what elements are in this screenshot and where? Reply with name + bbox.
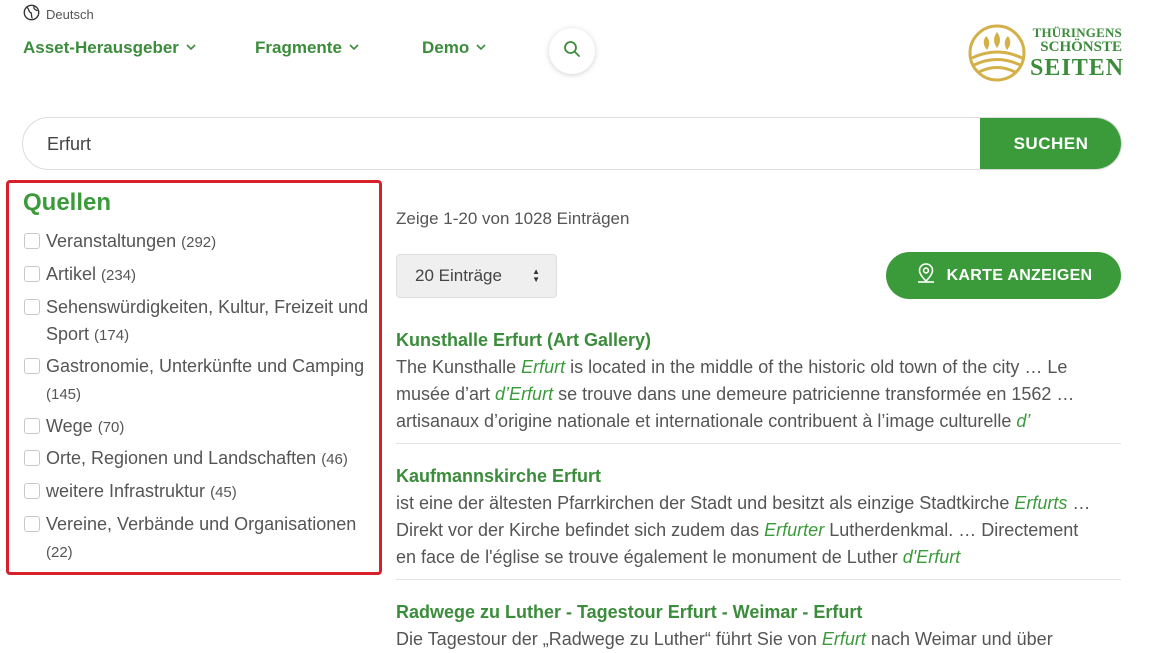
- facet-item[interactable]: Orte, Regionen und Landschaften (46): [24, 445, 380, 473]
- language-label: Deutsch: [46, 6, 94, 22]
- facet-item[interactable]: Wege (70): [24, 413, 380, 441]
- facet-item[interactable]: Sehenswürdigkeiten, Kultur, Freizeit und…: [24, 294, 380, 349]
- facet-count: (22): [46, 544, 73, 561]
- header-search-button[interactable]: [549, 28, 595, 74]
- per-page-value: 20 Einträge: [415, 266, 502, 285]
- chevron-down-icon: [348, 38, 360, 58]
- facet-label: Vereine, Verbände und Organisationen: [46, 514, 357, 534]
- facet-checkbox[interactable]: [24, 418, 40, 434]
- facet-label-wrap: weitere Infrastruktur (45): [46, 478, 237, 506]
- search-input[interactable]: [45, 118, 979, 169]
- facet-checkbox[interactable]: [24, 233, 40, 249]
- result-divider: [396, 579, 1121, 580]
- per-page-select[interactable]: 20 Einträge ▲ ▼: [396, 254, 557, 298]
- facet-checkbox[interactable]: [24, 266, 40, 282]
- site-logo[interactable]: THÜRINGENS SCHÖNSTE SEITEN: [968, 24, 1124, 82]
- result-title-link[interactable]: Radwege zu Luther - Tagestour Erfurt - W…: [396, 598, 1121, 626]
- facet-label: weitere Infrastruktur: [46, 481, 206, 501]
- facet-item[interactable]: Artikel (234): [24, 261, 380, 289]
- facet-checkbox[interactable]: [24, 516, 40, 532]
- nav-item-demo[interactable]: Demo: [422, 38, 487, 58]
- facet-label-wrap: Vereine, Verbände und Organisationen (22…: [46, 511, 380, 566]
- facet-label: Veranstaltungen: [46, 231, 177, 251]
- facet-label-wrap: Sehenswürdigkeiten, Kultur, Freizeit und…: [46, 294, 380, 349]
- nav-item-fragmente[interactable]: Fragmente: [255, 38, 360, 58]
- facet-item[interactable]: Veranstaltungen (292): [24, 228, 380, 256]
- facet-checkbox[interactable]: [24, 450, 40, 466]
- chevron-down-icon: [185, 38, 197, 58]
- result-snippet-line: ist eine der ältesten Pfarrkirchen der S…: [396, 493, 1091, 513]
- facet-count: (292): [181, 234, 217, 251]
- facet-count: (70): [97, 419, 125, 436]
- show-map-label: KARTE ANZEIGEN: [946, 266, 1093, 284]
- logo-emblem-icon: [968, 24, 1026, 82]
- facet-count: (174): [94, 327, 130, 344]
- facet-label: Artikel: [46, 264, 97, 284]
- facet-label: Wege: [46, 416, 93, 436]
- facet-count: (45): [210, 484, 237, 501]
- facet-label-wrap: Artikel (234): [46, 261, 136, 289]
- nav-item-asset-herausgeber[interactable]: Asset-Herausgeber: [23, 38, 197, 58]
- facet-panel: Quellen Veranstaltungen (292) Artikel (2…: [6, 180, 382, 575]
- show-map-button[interactable]: KARTE ANZEIGEN: [886, 252, 1121, 299]
- result-snippet-line: Direkt vor der Kirche befindet sich zude…: [396, 520, 1079, 540]
- language-switcher[interactable]: Deutsch: [23, 4, 94, 24]
- facet-label-wrap: Veranstaltungen (292): [46, 228, 216, 256]
- facet-count: (46): [321, 451, 348, 468]
- result-snippet-line: en face de l'église se trouve également …: [396, 547, 961, 567]
- map-pin-icon: [915, 262, 937, 289]
- result-snippet-line: The Kunsthalle Erfurt is located in the …: [396, 357, 1068, 377]
- result-divider: [396, 443, 1121, 444]
- facet-count: (234): [101, 267, 137, 284]
- result-title-link[interactable]: Kaufmannskirche Erfurt: [396, 462, 1121, 490]
- result-title-link[interactable]: Kunsthalle Erfurt (Art Gallery): [396, 326, 1121, 354]
- results-summary: Zeige 1-20 von 1028 Einträgen: [396, 209, 630, 228]
- facet-checkbox[interactable]: [24, 299, 40, 315]
- search-bar: SUCHEN: [22, 117, 1122, 170]
- search-submit-button[interactable]: SUCHEN: [980, 118, 1121, 169]
- facet-item[interactable]: Vereine, Verbände und Organisationen (22…: [24, 511, 380, 566]
- result-snippet-line: artisanaux d’origine nationale et intern…: [396, 411, 1031, 431]
- search-icon: [563, 40, 581, 63]
- result-snippet-line: Die Tagestour der „Radwege zu Luther“ fü…: [396, 629, 1053, 649]
- nav-item-label: Demo: [422, 38, 470, 57]
- facet-label-wrap: Wege (70): [46, 413, 124, 441]
- logo-wordmark: THÜRINGENS SCHÖNSTE SEITEN: [1030, 25, 1125, 81]
- result-item: Radwege zu Luther - Tagestour Erfurt - W…: [396, 598, 1121, 653]
- globe-icon: [23, 4, 40, 24]
- chevron-down-icon: [475, 38, 487, 58]
- nav-item-label: Fragmente: [255, 38, 342, 57]
- sort-arrows-icon: ▲ ▼: [532, 267, 540, 284]
- result-snippet-line: musée d’art d’Erfurt se trouve dans une …: [396, 384, 1075, 404]
- result-item: Kaufmannskirche Erfurt ist eine der älte…: [396, 462, 1121, 571]
- facet-count: (145): [46, 386, 82, 403]
- facet-item[interactable]: Gastronomie, Unterkünfte und Camping (14…: [24, 353, 380, 408]
- facet-label: Gastronomie, Unterkünfte und Camping: [46, 356, 365, 376]
- facet-title: Quellen: [23, 189, 112, 216]
- facet-label-wrap: Orte, Regionen und Landschaften (46): [46, 445, 348, 473]
- facet-checkbox[interactable]: [24, 358, 40, 374]
- result-item: Kunsthalle Erfurt (Art Gallery) The Kuns…: [396, 326, 1121, 435]
- facet-label-wrap: Gastronomie, Unterkünfte und Camping (14…: [46, 353, 380, 408]
- facet-label: Orte, Regionen und Landschaften: [46, 448, 317, 468]
- nav-item-label: Asset-Herausgeber: [23, 38, 179, 57]
- facet-item[interactable]: weitere Infrastruktur (45): [24, 478, 380, 506]
- facet-checkbox[interactable]: [24, 483, 40, 499]
